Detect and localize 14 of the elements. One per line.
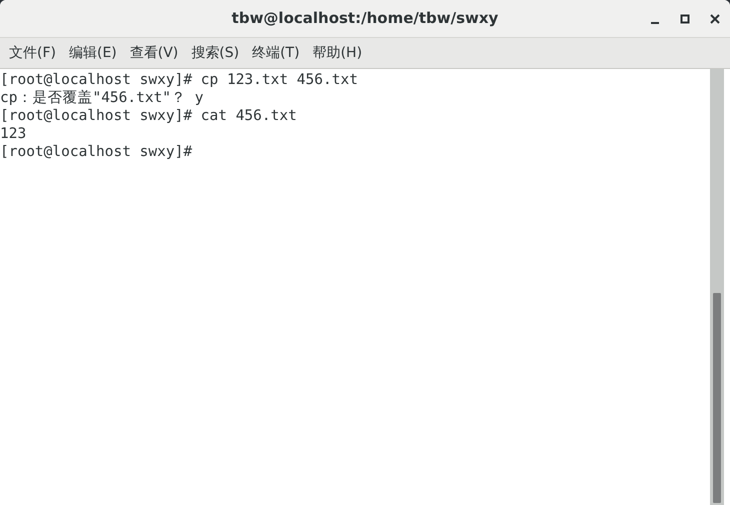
scrollbar[interactable]	[710, 69, 724, 505]
menu-item[interactable]: 编辑(E)	[64, 42, 122, 64]
window-title: tbw@localhost:/home/tbw/swxy	[232, 8, 498, 30]
menu-item[interactable]: 文件(F)	[4, 42, 61, 64]
terminal-line: [root@localhost swxy]# cat 456.txt	[0, 107, 297, 125]
terminal-line: [root@localhost swxy]#	[0, 143, 192, 161]
menu-item[interactable]: 搜索(S)	[186, 42, 244, 64]
terminal-line: [root@localhost swxy]# cp 123.txt 456.txt	[0, 71, 358, 89]
scrollbar-thumb[interactable]	[713, 293, 721, 503]
menu-item[interactable]: 终端(T)	[247, 42, 305, 64]
menu-item[interactable]: 帮助(H)	[308, 42, 368, 64]
terminal-line: cp：是否覆盖"456.txt"？ y	[0, 89, 204, 107]
terminal-line: 123	[0, 125, 26, 143]
menu-item[interactable]: 查看(V)	[124, 42, 184, 64]
